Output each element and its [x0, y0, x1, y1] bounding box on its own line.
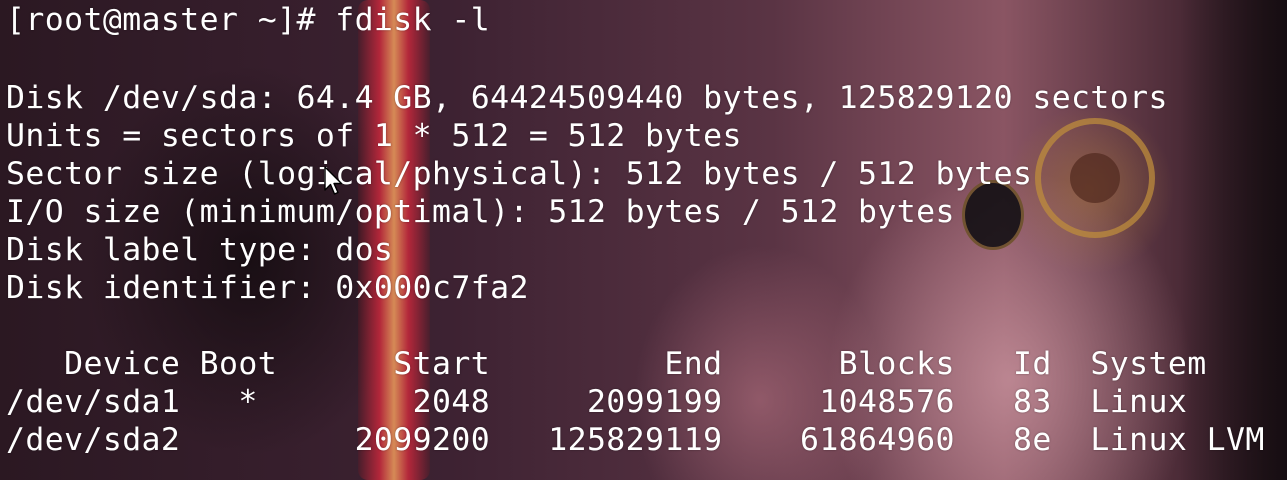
partition-row-sda1: /dev/sda1 * 2048 2099199 1048576 83 Linu… [6, 384, 1188, 420]
disk-label-type-line: Disk label type: dos [6, 232, 394, 268]
command-prompt-line: [root@master ~]# fdisk -l [6, 2, 491, 38]
partition-row-sda2: /dev/sda2 2099200 125829119 61864960 8e … [6, 422, 1265, 458]
io-size-line: I/O size (minimum/optimal): 512 bytes / … [6, 194, 955, 230]
terminal-output[interactable]: [root@master ~]# fdisk -l Disk /dev/sda:… [0, 0, 1287, 480]
units-line: Units = sectors of 1 * 512 = 512 bytes [6, 118, 742, 154]
disk-summary-line: Disk /dev/sda: 64.4 GB, 64424509440 byte… [6, 80, 1168, 116]
sector-size-line: Sector size (logical/physical): 512 byte… [6, 156, 1033, 192]
disk-identifier-line: Disk identifier: 0x000c7fa2 [6, 270, 529, 306]
partition-table-header: Device Boot Start End Blocks Id System [6, 346, 1207, 382]
